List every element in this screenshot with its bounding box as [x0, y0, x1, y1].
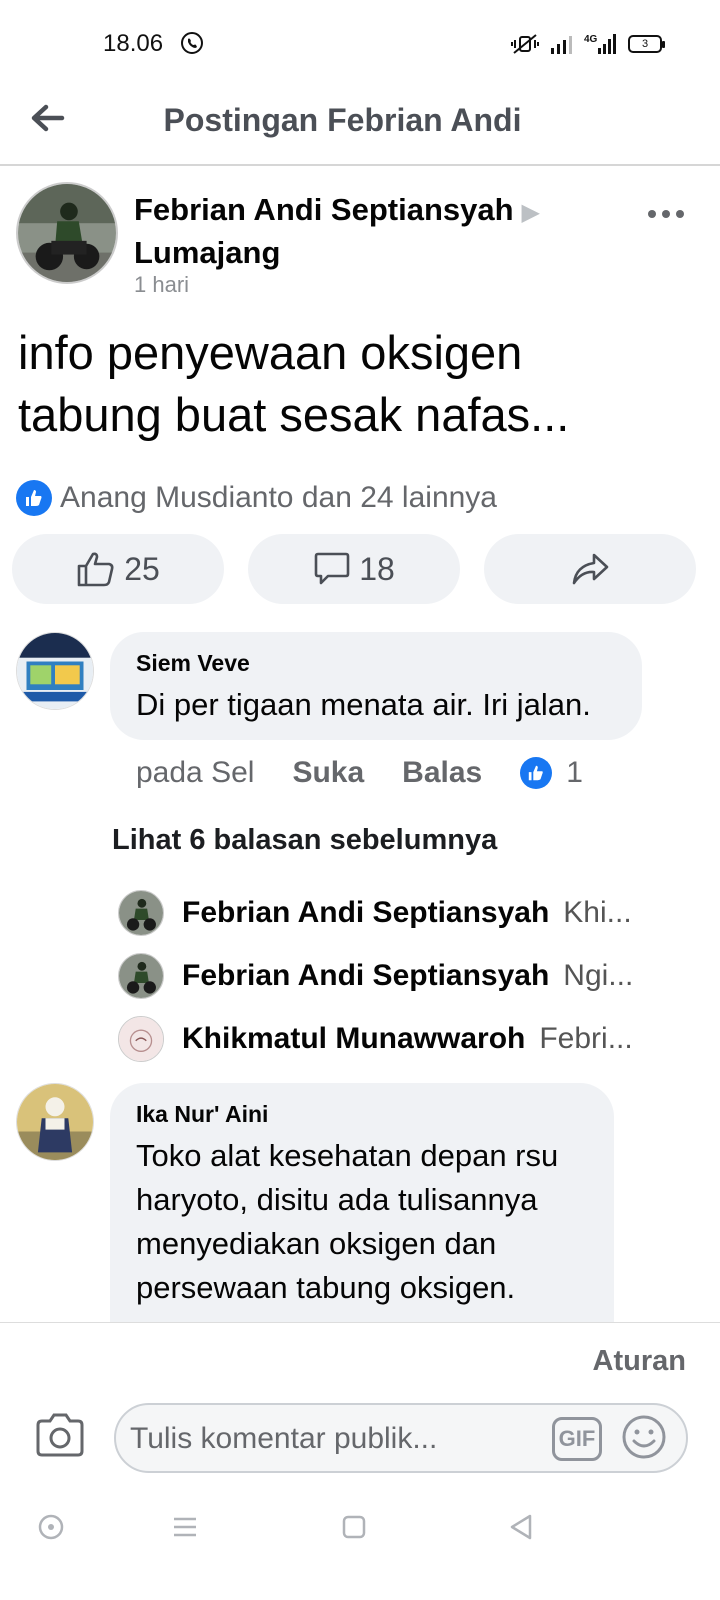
- post-text-line: tabung buat sesak nafas...: [18, 388, 570, 441]
- reply-author: Khikmatul Munawwaroh: [182, 1022, 526, 1055]
- comment-button[interactable]: 18: [248, 534, 460, 604]
- comment-reply-button[interactable]: Balas: [402, 756, 482, 790]
- signal-icon: [551, 36, 572, 54]
- emoji-icon[interactable]: [620, 1413, 668, 1461]
- commenter-avatar[interactable]: [16, 1083, 94, 1161]
- status-time: 18.06: [103, 30, 164, 57]
- comment-text-line: menyediakan oksigen dan: [136, 1226, 497, 1261]
- commenter-name[interactable]: Ika Nur' Aini: [136, 1101, 588, 1128]
- camera-icon[interactable]: [34, 1411, 86, 1459]
- comment-text: Di per tigaan menata air. Iri jalan.: [136, 687, 591, 722]
- svg-text:4G: 4G: [584, 34, 598, 45]
- page-title: Postingan Febrian Andi: [163, 102, 522, 138]
- commenter-name[interactable]: Siem Veve: [136, 650, 616, 677]
- reply-avatar[interactable]: [118, 1016, 164, 1062]
- comment-text-line: Toko alat kesehatan depan rsu: [136, 1138, 559, 1173]
- author-avatar[interactable]: [16, 182, 118, 284]
- comment-count: 18: [359, 550, 395, 587]
- comment-input[interactable]: Tulis komentar publik... GIF: [114, 1403, 688, 1473]
- comment-icon: [314, 552, 350, 585]
- recents-square-icon[interactable]: [339, 1512, 369, 1542]
- post-text: info penyewaan oksigen tabung buat sesak…: [18, 322, 698, 446]
- like-button[interactable]: 25: [12, 534, 224, 604]
- reply-author: Febrian Andi Septiansyah: [182, 896, 550, 929]
- comment-bubble[interactable]: Ika Nur' Aini Toko alat kesehatan depan …: [110, 1083, 614, 1343]
- rules-link[interactable]: Aturan: [593, 1345, 686, 1378]
- gif-icon[interactable]: GIF: [552, 1417, 602, 1461]
- whatsapp-icon: [181, 32, 203, 54]
- post-text-line: info penyewaan oksigen: [18, 326, 523, 379]
- reply-avatar[interactable]: [118, 953, 164, 999]
- status-icons: 4G 3: [510, 30, 665, 58]
- reply-preview[interactable]: Khikmatul Munawwaroh Febri...: [118, 1014, 678, 1064]
- comment-input-placeholder[interactable]: Tulis komentar publik...: [130, 1422, 437, 1456]
- thumbs-up-icon: [77, 552, 114, 587]
- share-button[interactable]: [484, 534, 696, 604]
- reply-text: Febri...: [539, 1022, 633, 1055]
- reply-author: Febrian Andi Septiansyah: [182, 959, 550, 992]
- post-author[interactable]: Febrian Andi Septiansyah ▶ Lumajang: [134, 190, 554, 273]
- reply-preview[interactable]: Febrian Andi Septiansyah Khi...: [118, 888, 678, 938]
- signal-4g-icon: 4G: [584, 34, 616, 54]
- back-triangle-icon[interactable]: [506, 1512, 536, 1542]
- comment-text: Toko alat kesehatan depan rsu haryoto, d…: [136, 1134, 588, 1310]
- comment-meta: pada Sel Suka Balas 1: [136, 756, 583, 790]
- top-header: Postingan Febrian Andi: [0, 88, 720, 166]
- share-icon: [572, 553, 609, 585]
- comment-bubble[interactable]: Siem Veve Di per tigaan menata air. Iri …: [110, 632, 642, 740]
- reactions-summary[interactable]: Anang Musdianto dan 24 lainnya: [16, 480, 497, 516]
- post-time[interactable]: 1 hari: [134, 272, 189, 298]
- home-circle-icon[interactable]: [36, 1512, 66, 1542]
- comment-reaction-count[interactable]: 1: [566, 756, 583, 790]
- reply-text: Ngi...: [563, 959, 634, 992]
- like-reaction-icon: [16, 480, 52, 516]
- mute-vibrate-icon: [511, 34, 539, 54]
- reply-avatar[interactable]: [118, 890, 164, 936]
- comment-time[interactable]: pada Sel: [136, 756, 254, 790]
- reply-text: Khi...: [563, 896, 632, 929]
- status-bar: 18.06 4G 3: [0, 0, 720, 88]
- commenter-avatar[interactable]: [16, 632, 94, 710]
- comment-text-line: haryoto, disitu ada tulisannya: [136, 1182, 538, 1217]
- post-actions: 25 18: [12, 534, 696, 604]
- like-reaction-icon: [520, 757, 553, 789]
- system-nav-bar: [0, 1500, 720, 1600]
- comment-text-line: persewaan tabung oksigen.: [136, 1270, 516, 1305]
- like-count: 25: [124, 550, 160, 587]
- group-name[interactable]: Lumajang: [134, 235, 280, 270]
- reply-preview[interactable]: Febrian Andi Septiansyah Ngi...: [118, 951, 678, 1001]
- author-name[interactable]: Febrian Andi Septiansyah: [134, 192, 514, 227]
- see-previous-replies-link[interactable]: Lihat 6 balasan sebelumnya: [112, 824, 497, 857]
- menu-icon[interactable]: [170, 1512, 200, 1542]
- arrow-right-icon: ▶: [521, 199, 541, 226]
- more-options-icon[interactable]: [646, 202, 686, 226]
- battery-icon: 3: [628, 35, 665, 53]
- reactions-text: Anang Musdianto dan 24 lainnya: [60, 481, 497, 514]
- comment-like-button[interactable]: Suka: [292, 756, 364, 790]
- comment-composer: Aturan Tulis komentar publik... GIF: [0, 1322, 720, 1500]
